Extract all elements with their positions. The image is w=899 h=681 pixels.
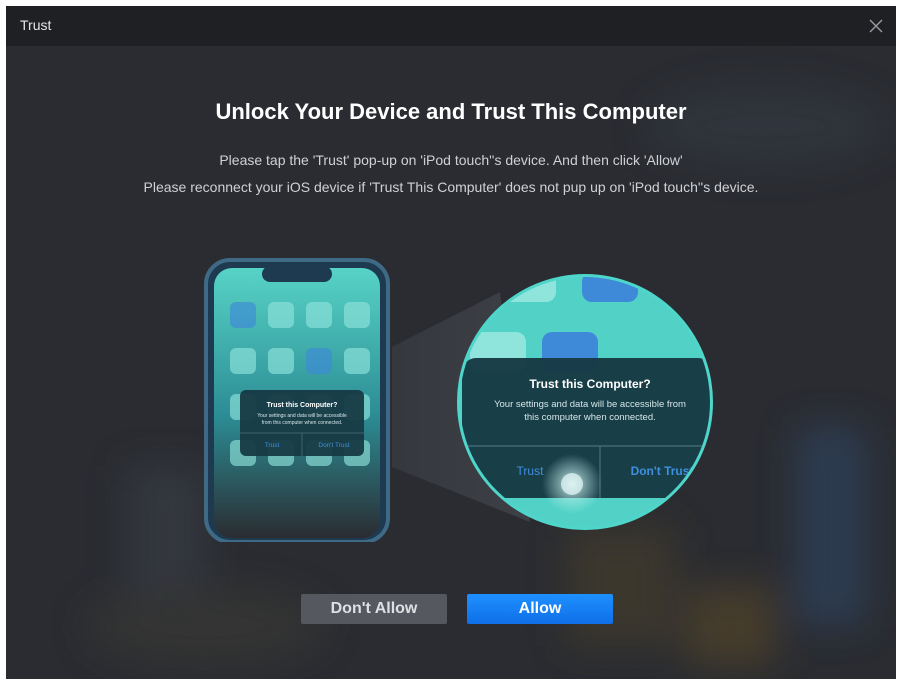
phone-popup-body-2: from this computer when connected. (262, 420, 343, 426)
trust-illustration: Trust this Computer? Your settings and d… (204, 258, 713, 542)
allow-button[interactable]: Allow (467, 594, 613, 624)
dont-allow-button[interactable]: Don't Allow (301, 594, 447, 624)
phone-popup-title: Trust this Computer? (267, 402, 338, 409)
page-heading: Unlock Your Device and Trust This Comput… (215, 99, 687, 124)
zoom-popup-title: Trust this Computer? (529, 377, 650, 391)
close-icon (869, 19, 883, 33)
zoom-popup-body-2: this computer when connected. (524, 412, 656, 423)
phone: Trust this Computer? Your settings and d… (204, 258, 390, 542)
phone-popup-dont-trust: Don't Trust (318, 442, 349, 449)
window-title: Trust (20, 17, 52, 33)
instruction-line-1: Please tap the 'Trust' pop-up on 'iPod t… (219, 152, 683, 168)
phone-popup-trust: Trust (265, 442, 280, 449)
zoom-popup-body-1: Your settings and data will be accessibl… (494, 399, 686, 410)
zoom-popup-dont-trust: Don't Trust (631, 464, 694, 478)
instruction-line-2: Please reconnect your iOS device if 'Tru… (143, 179, 759, 195)
zoom-popup-trust: Trust (517, 464, 545, 478)
phone-popup-body-1: Your settings and data will be accessibl… (257, 413, 347, 419)
trust-dialog: Trust Unlock Your Device and Trust This … (6, 6, 896, 679)
close-button[interactable] (856, 6, 896, 46)
title-bar: Trust (6, 6, 896, 46)
